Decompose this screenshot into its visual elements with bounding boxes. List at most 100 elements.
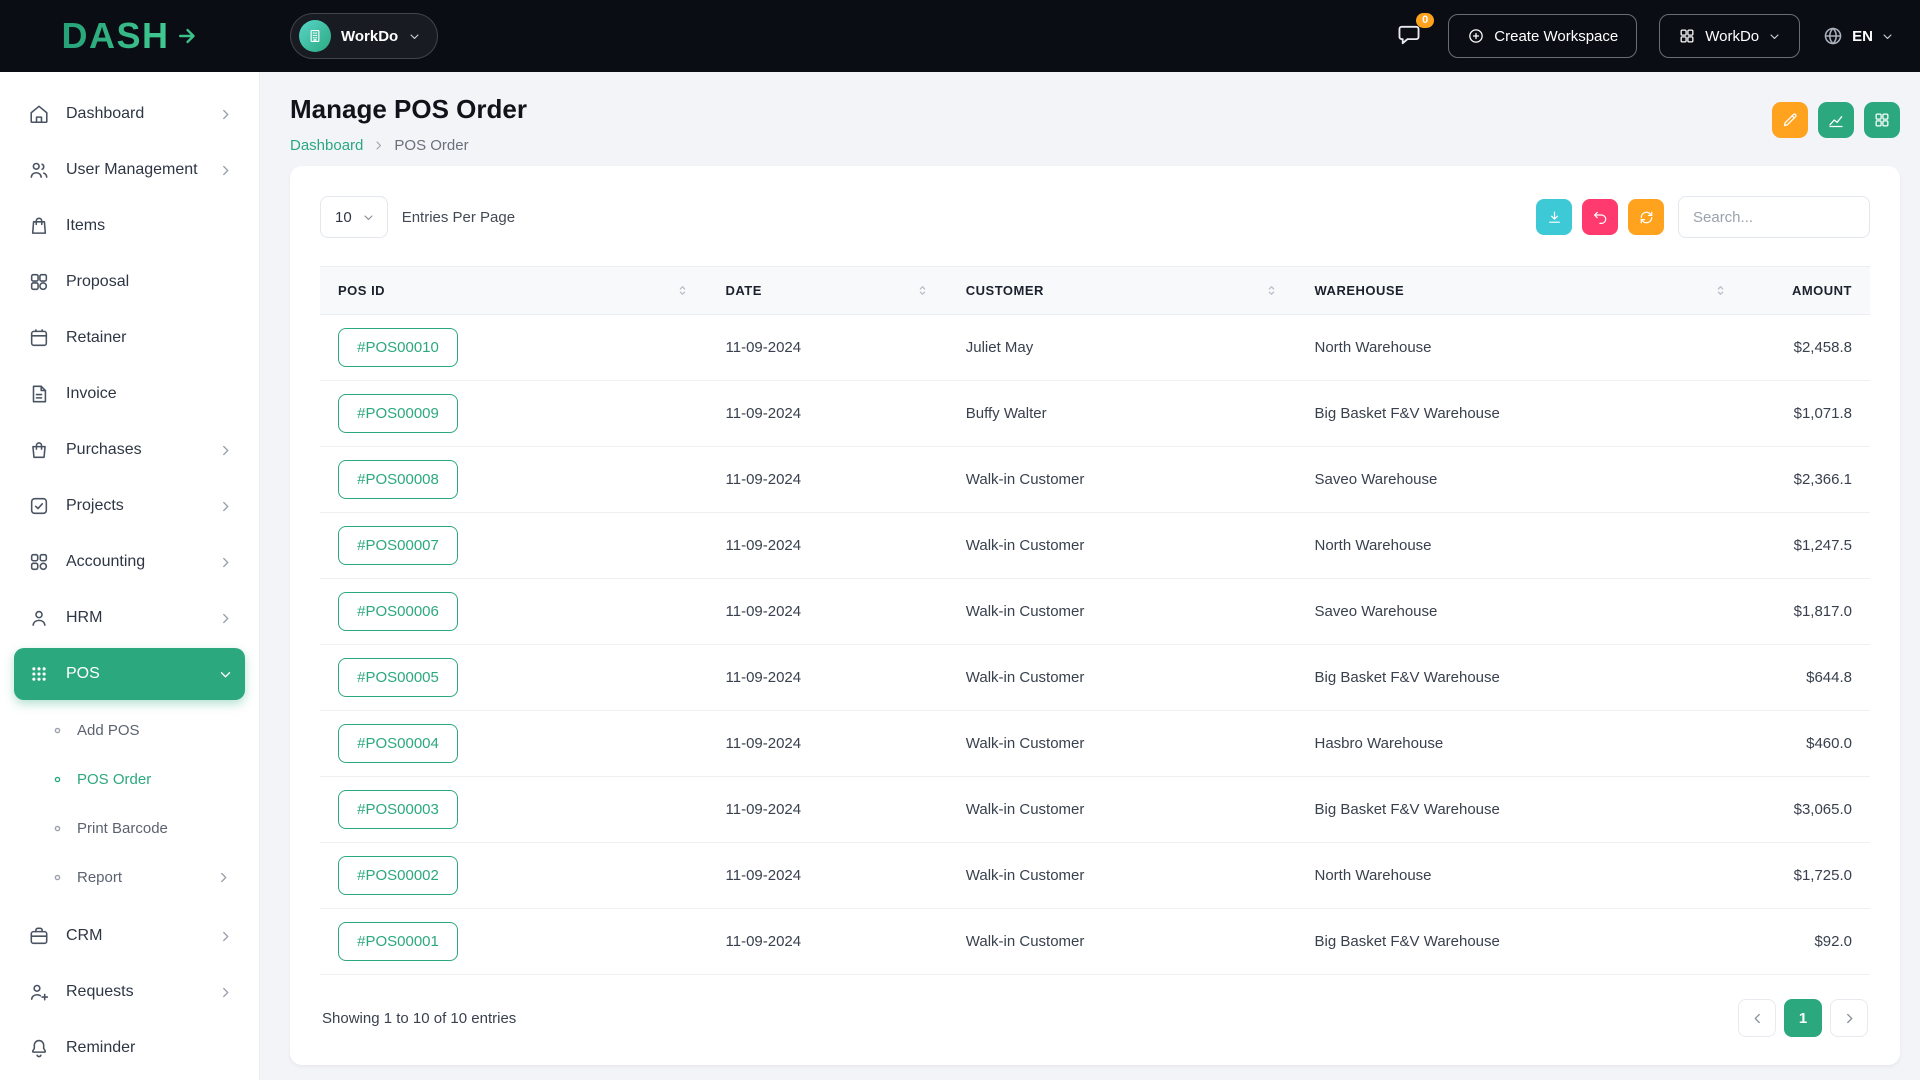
sidebar-item-label: CRM — [66, 927, 218, 945]
amount-cell: $1,725.0 — [1746, 843, 1870, 909]
pos-id-link[interactable]: #POS00010 — [338, 328, 458, 367]
breadcrumb-link-dashboard[interactable]: Dashboard — [290, 137, 363, 154]
next-page-button[interactable] — [1830, 999, 1868, 1037]
breadcrumb: DashboardPOS Order — [290, 137, 527, 154]
pos-id-link[interactable]: #POS00008 — [338, 460, 458, 499]
chart-button[interactable] — [1818, 102, 1854, 138]
retainer-icon — [28, 327, 50, 349]
previous-page-button[interactable] — [1738, 999, 1776, 1037]
reminder-icon — [28, 1037, 50, 1059]
table-body: #POS0001011-09-2024Juliet MayNorth Wareh… — [320, 315, 1870, 975]
refresh-icon — [1638, 209, 1655, 226]
column-header-date[interactable]: DATE — [708, 267, 948, 315]
purchases-icon — [28, 439, 50, 461]
edit-button[interactable] — [1772, 102, 1808, 138]
card-toolbar: 10 Entries Per Page — [320, 196, 1870, 238]
sidebar-item-purchases[interactable]: Purchases — [14, 424, 245, 476]
column-label: CUSTOMER — [966, 283, 1044, 298]
app-switcher-label: WorkDo — [1705, 28, 1759, 45]
pos-id-link[interactable]: #POS00006 — [338, 592, 458, 631]
customer-cell: Juliet May — [948, 315, 1297, 381]
sidebar-subitem-pos-order[interactable]: POS Order — [0, 755, 259, 804]
dot-icon — [52, 823, 63, 834]
create-workspace-button[interactable]: Create Workspace — [1448, 14, 1637, 58]
column-header-pos-id[interactable]: POS ID — [320, 267, 708, 315]
table-row: #POS0001011-09-2024Juliet MayNorth Wareh… — [320, 315, 1870, 381]
order-date-cell: 11-09-2024 — [708, 447, 948, 513]
amount-cell: $3,065.0 — [1746, 777, 1870, 843]
sidebar-item-user-management[interactable]: User Management — [14, 144, 245, 196]
sidebar-item-hrm[interactable]: HRM — [14, 592, 245, 644]
column-header-customer[interactable]: CUSTOMER — [948, 267, 1297, 315]
app-switcher-button[interactable]: WorkDo — [1659, 14, 1800, 58]
sidebar-item-dashboard[interactable]: Dashboard — [14, 88, 245, 140]
pos-id-link[interactable]: #POS00007 — [338, 526, 458, 565]
sidebar-item-items[interactable]: Items — [14, 200, 245, 252]
table-row: #POS0000511-09-2024Walk-in CustomerBig B… — [320, 645, 1870, 711]
sort-icon — [675, 283, 690, 298]
sidebar-item-pos[interactable]: POS — [14, 648, 245, 700]
sidebar-subitem-print-barcode[interactable]: Print Barcode — [0, 804, 259, 853]
sidebar-item-crm[interactable]: CRM — [14, 910, 245, 962]
sidebar-subitem-add-pos[interactable]: Add POS — [0, 706, 259, 755]
sidebar-item-invoice[interactable]: Invoice — [14, 368, 245, 420]
chevron-right-icon — [218, 929, 233, 944]
page-number-button[interactable]: 1 — [1784, 999, 1822, 1037]
pos-id-link[interactable]: #POS00002 — [338, 856, 458, 895]
amount-cell: $1,817.0 — [1746, 579, 1870, 645]
app-logo[interactable]: DASH — [61, 18, 198, 54]
warehouse-cell: Big Basket F&V Warehouse — [1297, 381, 1747, 447]
sidebar-item-reminder[interactable]: Reminder — [14, 1022, 245, 1074]
sidebar-item-label: Retainer — [66, 329, 233, 347]
page-head-left: Manage POS Order DashboardPOS Order — [290, 94, 527, 154]
sidebar-item-retainer[interactable]: Retainer — [14, 312, 245, 364]
chevron-down-icon — [1768, 30, 1781, 43]
amount-cell: $460.0 — [1746, 711, 1870, 777]
amount-cell: $2,458.8 — [1746, 315, 1870, 381]
sidebar-item-requests[interactable]: Requests — [14, 966, 245, 1018]
language-selector[interactable]: EN — [1822, 25, 1894, 47]
column-header-content: DATE — [726, 283, 930, 298]
accounting-icon — [28, 551, 50, 573]
sidebar-item-accounting[interactable]: Accounting — [14, 536, 245, 588]
sidebar-subitem-report[interactable]: Report — [0, 853, 259, 902]
pos-id-link[interactable]: #POS00004 — [338, 724, 458, 763]
workspace-name: WorkDo — [341, 28, 398, 45]
messages-button[interactable]: 0 — [1392, 18, 1426, 55]
column-header-content: POS ID — [338, 283, 690, 298]
undo-icon — [1592, 209, 1609, 226]
workspace-avatar — [299, 20, 331, 52]
grid-icon — [1873, 111, 1891, 129]
table-action-buttons — [1536, 199, 1664, 235]
column-header-content: AMOUNT — [1764, 283, 1852, 298]
download-button[interactable] — [1536, 199, 1572, 235]
order-date-cell: 11-09-2024 — [708, 711, 948, 777]
pos-id-link[interactable]: #POS00001 — [338, 922, 458, 961]
column-header-warehouse[interactable]: WAREHOUSE — [1297, 267, 1747, 315]
chevron-down-icon — [218, 667, 233, 682]
invoice-icon — [28, 383, 50, 405]
search-input[interactable] — [1678, 196, 1870, 238]
entries-per-page-select[interactable]: 10 — [320, 196, 388, 238]
customer-cell: Walk-in Customer — [948, 843, 1297, 909]
pos-id-link[interactable]: #POS00003 — [338, 790, 458, 829]
sidebar-item-projects[interactable]: Projects — [14, 480, 245, 532]
pos-id-link[interactable]: #POS00009 — [338, 394, 458, 433]
items-icon — [28, 215, 50, 237]
sidebar-item-proposal[interactable]: Proposal — [14, 256, 245, 308]
sidebar-subitem-label: Add POS — [77, 722, 140, 739]
workspace-switcher[interactable]: WorkDo — [290, 13, 438, 59]
amount-cell: $1,071.8 — [1746, 381, 1870, 447]
amount-cell: $2,366.1 — [1746, 447, 1870, 513]
pos-id-link[interactable]: #POS00005 — [338, 658, 458, 697]
grid-view-button[interactable] — [1864, 102, 1900, 138]
undo-button[interactable] — [1582, 199, 1618, 235]
home-icon — [28, 103, 50, 125]
warehouse-cell: North Warehouse — [1297, 843, 1747, 909]
main-content: Manage POS Order DashboardPOS Order 10 E… — [260, 0, 1920, 1065]
chevron-left-icon — [1750, 1011, 1765, 1026]
warehouse-cell: North Warehouse — [1297, 315, 1747, 381]
chevron-right-icon — [218, 107, 233, 122]
refresh-button[interactable] — [1628, 199, 1664, 235]
pos-id-cell: #POS00004 — [320, 711, 708, 777]
